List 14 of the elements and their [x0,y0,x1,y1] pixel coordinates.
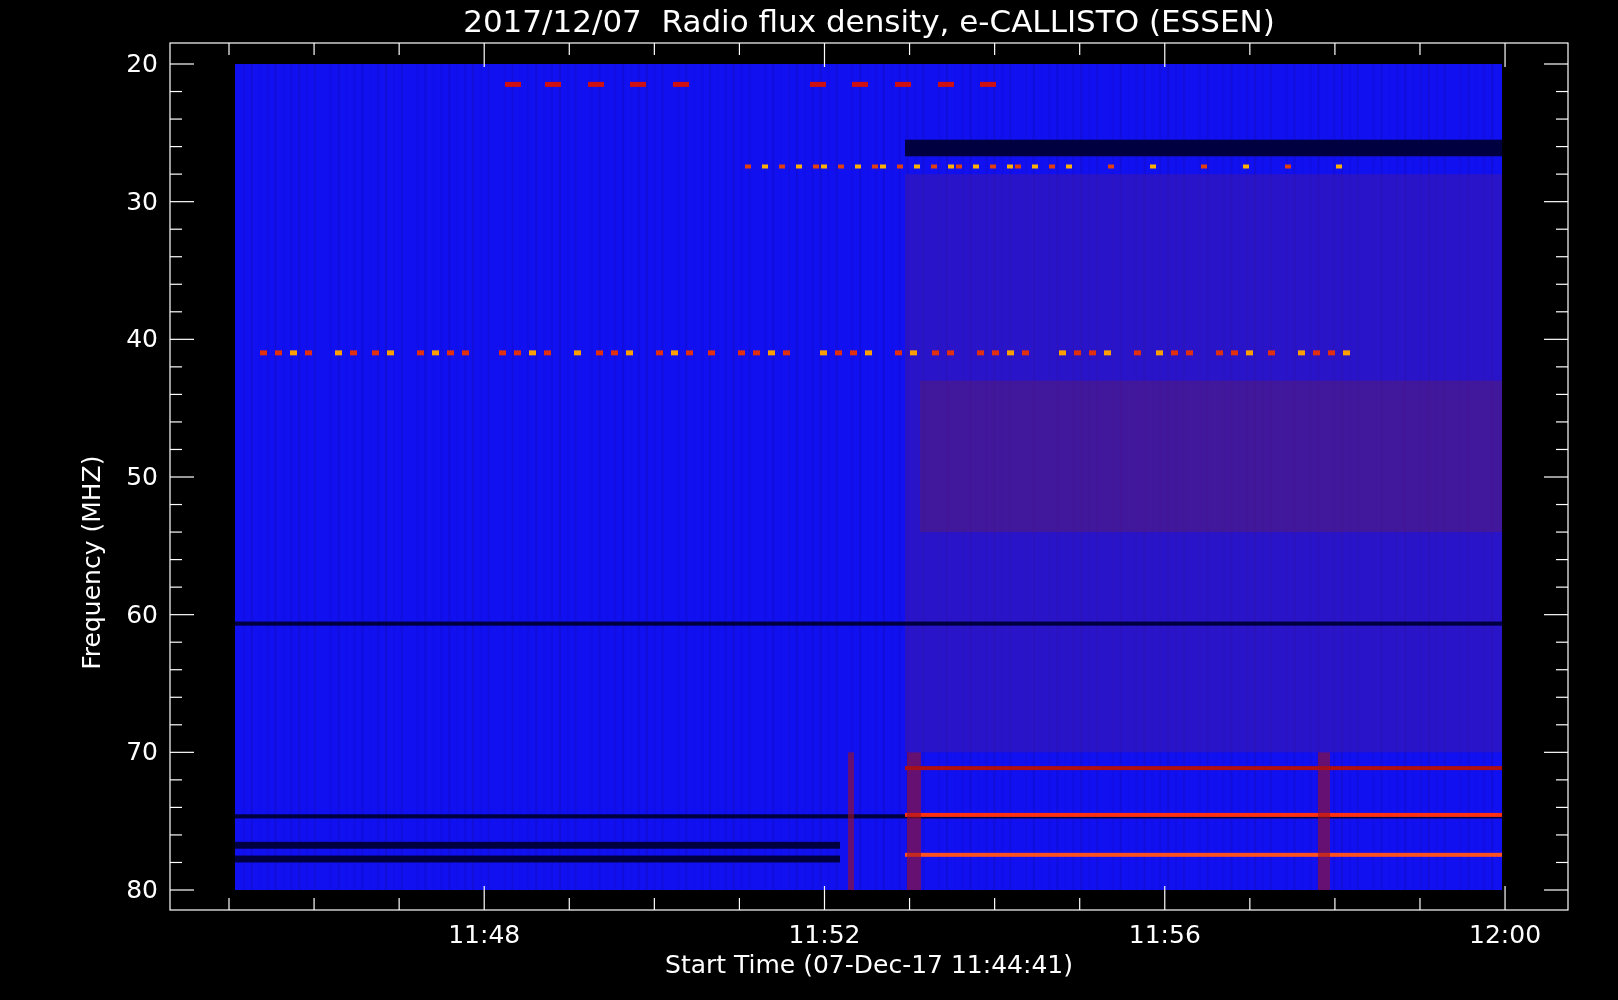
y-tick-label: 60 [126,599,158,630]
x-tick-label: 11:48 [448,920,521,950]
x-axis-label: Start Time (07-Dec-17 11:44:41) [664,950,1074,980]
chart-title: 2017/12/07 Radio flux density, e-CALLISTO (ESSEN) [462,2,1276,40]
x-tick-label: 11:56 [1128,920,1201,950]
x-tick-label: 12:00 [1469,920,1542,950]
y-tick-label: 80 [126,875,158,905]
y-tick-label: 30 [126,186,158,217]
y-tick-label: 20 [126,49,158,79]
x-tick-label: 11:52 [788,920,861,950]
y-tick-label: 50 [126,462,158,492]
y-tick-label: 40 [126,324,158,355]
y-axis-label: Frequency (MHZ) [77,455,107,670]
y-tick-label: 70 [126,737,158,768]
